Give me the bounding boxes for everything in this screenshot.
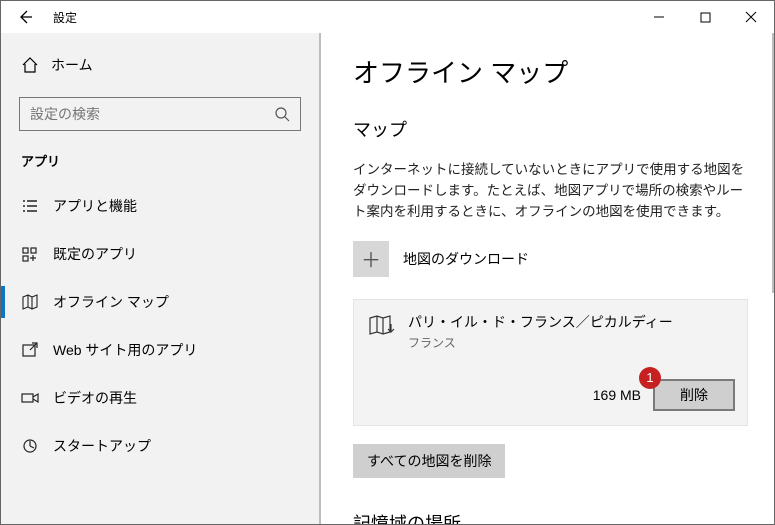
close-button[interactable] [728,1,774,33]
map-card-size: 169 MB [593,387,641,403]
section-heading-storage: 記憶域の場所 [353,510,748,524]
sidebar-group-label: アプリ [1,145,319,182]
startup-icon [19,437,41,455]
titlebar: 設定 [1,1,774,33]
description-text: インターネットに接続していないときにアプリで使用する地図をダウンロードします。た… [353,160,748,223]
sidebar-item-label: アプリと機能 [41,196,137,216]
maximize-button[interactable] [682,1,728,33]
sidebar-item-video-playback[interactable]: ビデオの再生 [1,374,319,422]
maximize-icon [700,12,711,23]
sidebar-home[interactable]: ホーム [1,43,319,87]
sidebar-item-label: オフライン マップ [41,292,169,312]
content: ホーム アプリ アプリと機能 [1,33,774,524]
window-controls [636,1,774,33]
scrollbar[interactable] [772,33,774,293]
home-icon [19,56,41,74]
sidebar-nav: アプリと機能 既定のアプリ オフライン マップ [1,182,319,470]
search-input[interactable] [19,97,301,131]
search-field[interactable] [30,106,274,122]
annotation-badge: 1 [639,367,661,389]
section-heading-map: マップ [353,116,748,142]
settings-window: 設定 ホーム [0,0,775,525]
map-card-title: パリ・イル・ド・フランス／ピカルディー [408,312,673,332]
defaults-icon [19,245,41,263]
close-icon [745,11,757,23]
delete-all-button[interactable]: すべての地図を削除 [353,444,505,478]
sidebar-item-label: Web サイト用のアプリ [41,340,197,360]
window-title: 設定 [49,9,77,26]
download-maps-button[interactable]: ＋ 地図のダウンロード [353,237,748,281]
sidebar-home-label: ホーム [41,55,93,75]
arrow-left-icon [17,9,33,25]
open-external-icon [19,341,41,359]
sidebar-item-label: ビデオの再生 [41,388,137,408]
minimize-icon [653,11,665,23]
delete-button-label: 削除 [680,385,708,405]
video-icon [19,389,41,407]
sidebar: ホーム アプリ アプリと機能 [1,33,321,524]
main-panel: オフライン マップ マップ インターネットに接続していないときにアプリで使用する… [321,33,774,524]
minimize-button[interactable] [636,1,682,33]
map-download-icon [366,312,398,338]
plus-icon: ＋ [353,241,389,277]
sidebar-item-websites-apps[interactable]: Web サイト用のアプリ [1,326,319,374]
page-heading: オフライン マップ [353,53,748,90]
search-icon [274,106,290,122]
map-card-subtitle: フランス [408,334,673,351]
sidebar-item-label: スタートアップ [41,436,151,456]
sidebar-item-apps-features[interactable]: アプリと機能 [1,182,319,230]
delete-button[interactable]: 1 削除 [653,379,735,411]
map-icon [19,293,41,311]
list-icon [19,197,41,215]
delete-all-label: すべての地図を削除 [367,451,491,471]
sidebar-item-label: 既定のアプリ [41,244,137,264]
back-button[interactable] [1,1,49,33]
sidebar-item-startup[interactable]: スタートアップ [1,422,319,470]
map-card[interactable]: パリ・イル・ド・フランス／ピカルディー フランス 169 MB 1 削除 [353,299,748,426]
download-maps-label: 地図のダウンロード [389,249,529,269]
sidebar-item-offline-maps[interactable]: オフライン マップ [1,278,319,326]
sidebar-item-default-apps[interactable]: 既定のアプリ [1,230,319,278]
